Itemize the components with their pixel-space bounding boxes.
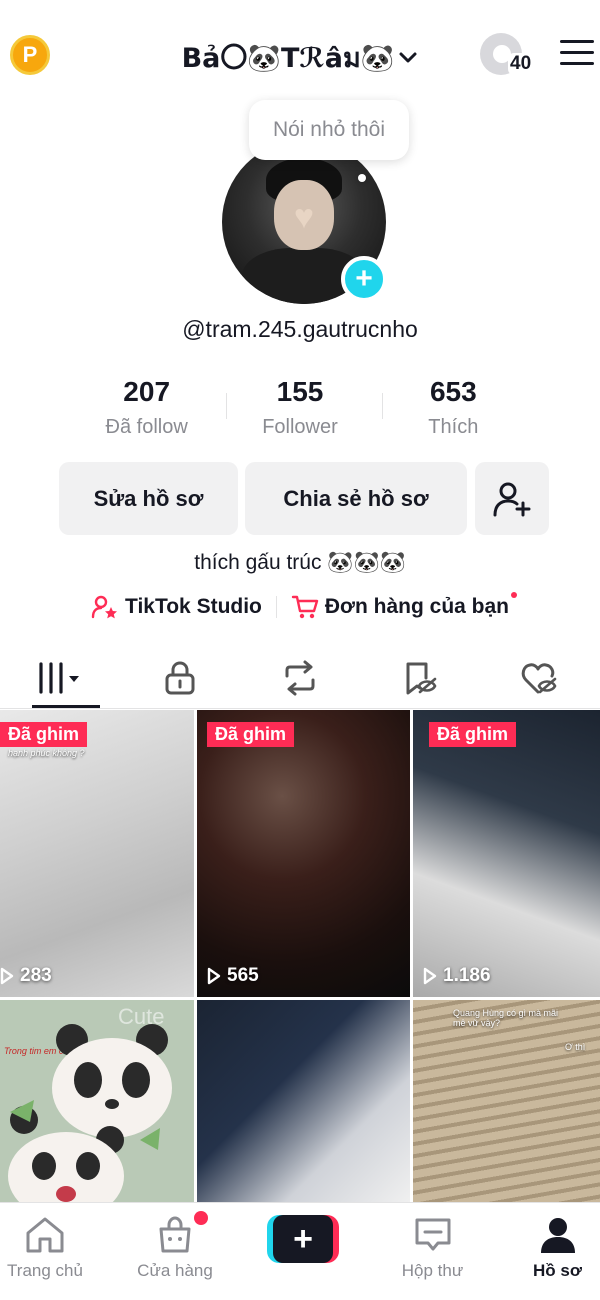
account-name: Bả〇🐼Tℛâม🐼 — [181, 43, 395, 74]
video-caption-reply: Ơ thì — [565, 1042, 586, 1052]
video-thumbnail[interactable] — [197, 1000, 410, 1202]
profile-icon — [540, 1218, 575, 1253]
grid-icon — [39, 662, 79, 694]
pinned-badge: Đã ghim — [0, 722, 88, 747]
video-caption: Quang Hùng có gì mà mãi mê vữ vậy? — [453, 1008, 559, 1028]
video-thumbnail[interactable]: Đã ghim hạnh phúc không ? 283 — [0, 710, 194, 997]
pinned-badge: Đã ghim — [429, 722, 517, 747]
nav-create[interactable]: + — [260, 1203, 350, 1300]
view-count: 1.186 — [423, 965, 491, 987]
note-text: Nói nhỏ thôi — [272, 118, 386, 141]
lock-icon — [165, 661, 195, 695]
video-thumbnail[interactable]: Trong tim em có ai vậy? Cute — [0, 1000, 194, 1202]
play-icon — [423, 967, 437, 985]
view-count: 283 — [0, 965, 52, 987]
link-divider — [275, 596, 277, 618]
stats-row: 207 Đã follow 155 Follower 653 Thích — [70, 376, 530, 439]
tabs-divider — [0, 708, 600, 709]
tab-liked[interactable] — [480, 648, 600, 708]
notification-dot — [511, 592, 517, 598]
note-bubble-tail — [358, 174, 366, 182]
video-thumbnail[interactable]: Đã ghim 1.186 — [413, 710, 600, 997]
video-caption: hạnh phúc không ? — [8, 748, 85, 758]
profile-visitors-button[interactable]: 40 — [480, 33, 534, 79]
heart-hidden-icon — [521, 663, 557, 694]
video-thumbnail[interactable]: Quang Hùng có gì mà mãi mê vữ vậy? Ơ thì — [413, 1000, 600, 1202]
shop-notification-dot — [194, 1211, 208, 1225]
add-person-icon — [493, 482, 531, 516]
stat-divider — [226, 393, 227, 419]
pinned-badge: Đã ghim — [207, 722, 295, 747]
create-button[interactable]: + — [267, 1215, 339, 1263]
tab-favorites[interactable] — [360, 648, 480, 708]
content-tabs — [0, 648, 600, 708]
nav-inbox[interactable]: Hộp thư — [350, 1203, 515, 1300]
bio: thích gấu trúc 🐼🐼🐼 — [194, 551, 406, 574]
shop-bag-icon — [159, 1216, 191, 1253]
tab-reposts[interactable] — [240, 648, 360, 708]
visitor-count: 40 — [508, 53, 534, 75]
inbox-icon — [415, 1218, 450, 1251]
tiktok-studio-link[interactable]: TikTok Studio — [91, 595, 262, 619]
bookmark-hidden-icon — [406, 662, 437, 695]
bottom-nav: Trang chủ Cửa hàng + Hộp thư Hồ sơ — [0, 1202, 600, 1300]
home-icon — [26, 1217, 64, 1253]
nav-profile[interactable]: Hồ sơ — [515, 1203, 600, 1300]
note-bubble[interactable]: Nói nhỏ thôi — [249, 100, 409, 160]
plus-icon: + — [273, 1215, 333, 1263]
quick-links: TikTok Studio Đơn hàng của bạn — [0, 592, 600, 620]
edit-profile-button[interactable]: Sửa hồ sơ — [59, 462, 238, 535]
play-icon — [207, 967, 221, 985]
stat-following[interactable]: 207 Đã follow — [70, 376, 223, 439]
stat-followers[interactable]: 155 Follower — [223, 376, 376, 439]
share-profile-button[interactable]: Chia sẻ hồ sơ — [245, 462, 467, 535]
panda-illustration — [8, 1024, 172, 1202]
menu-icon[interactable] — [560, 40, 594, 68]
tab-videos[interactable] — [0, 648, 120, 708]
video-thumbnail[interactable]: Đã ghim 565 — [197, 710, 410, 997]
nav-shop[interactable]: Cửa hàng — [90, 1203, 260, 1300]
top-bar: P Bả〇🐼Tℛâม🐼 40 — [0, 0, 600, 110]
add-story-button[interactable]: + — [341, 256, 387, 302]
view-count: 565 — [207, 965, 259, 987]
studio-icon — [91, 595, 117, 619]
username: @tram.245.gautrucnho — [182, 316, 418, 342]
orders-link[interactable]: Đơn hàng của bạn — [291, 592, 517, 620]
repost-icon — [285, 660, 315, 696]
add-friend-button[interactable] — [475, 462, 549, 535]
cart-icon — [291, 595, 319, 619]
stat-divider — [382, 393, 383, 419]
chevron-down-icon — [399, 52, 417, 62]
stat-likes[interactable]: 653 Thích — [377, 376, 530, 439]
tab-private[interactable] — [120, 648, 240, 708]
play-icon — [0, 967, 14, 985]
nav-home[interactable]: Trang chủ — [0, 1203, 90, 1300]
